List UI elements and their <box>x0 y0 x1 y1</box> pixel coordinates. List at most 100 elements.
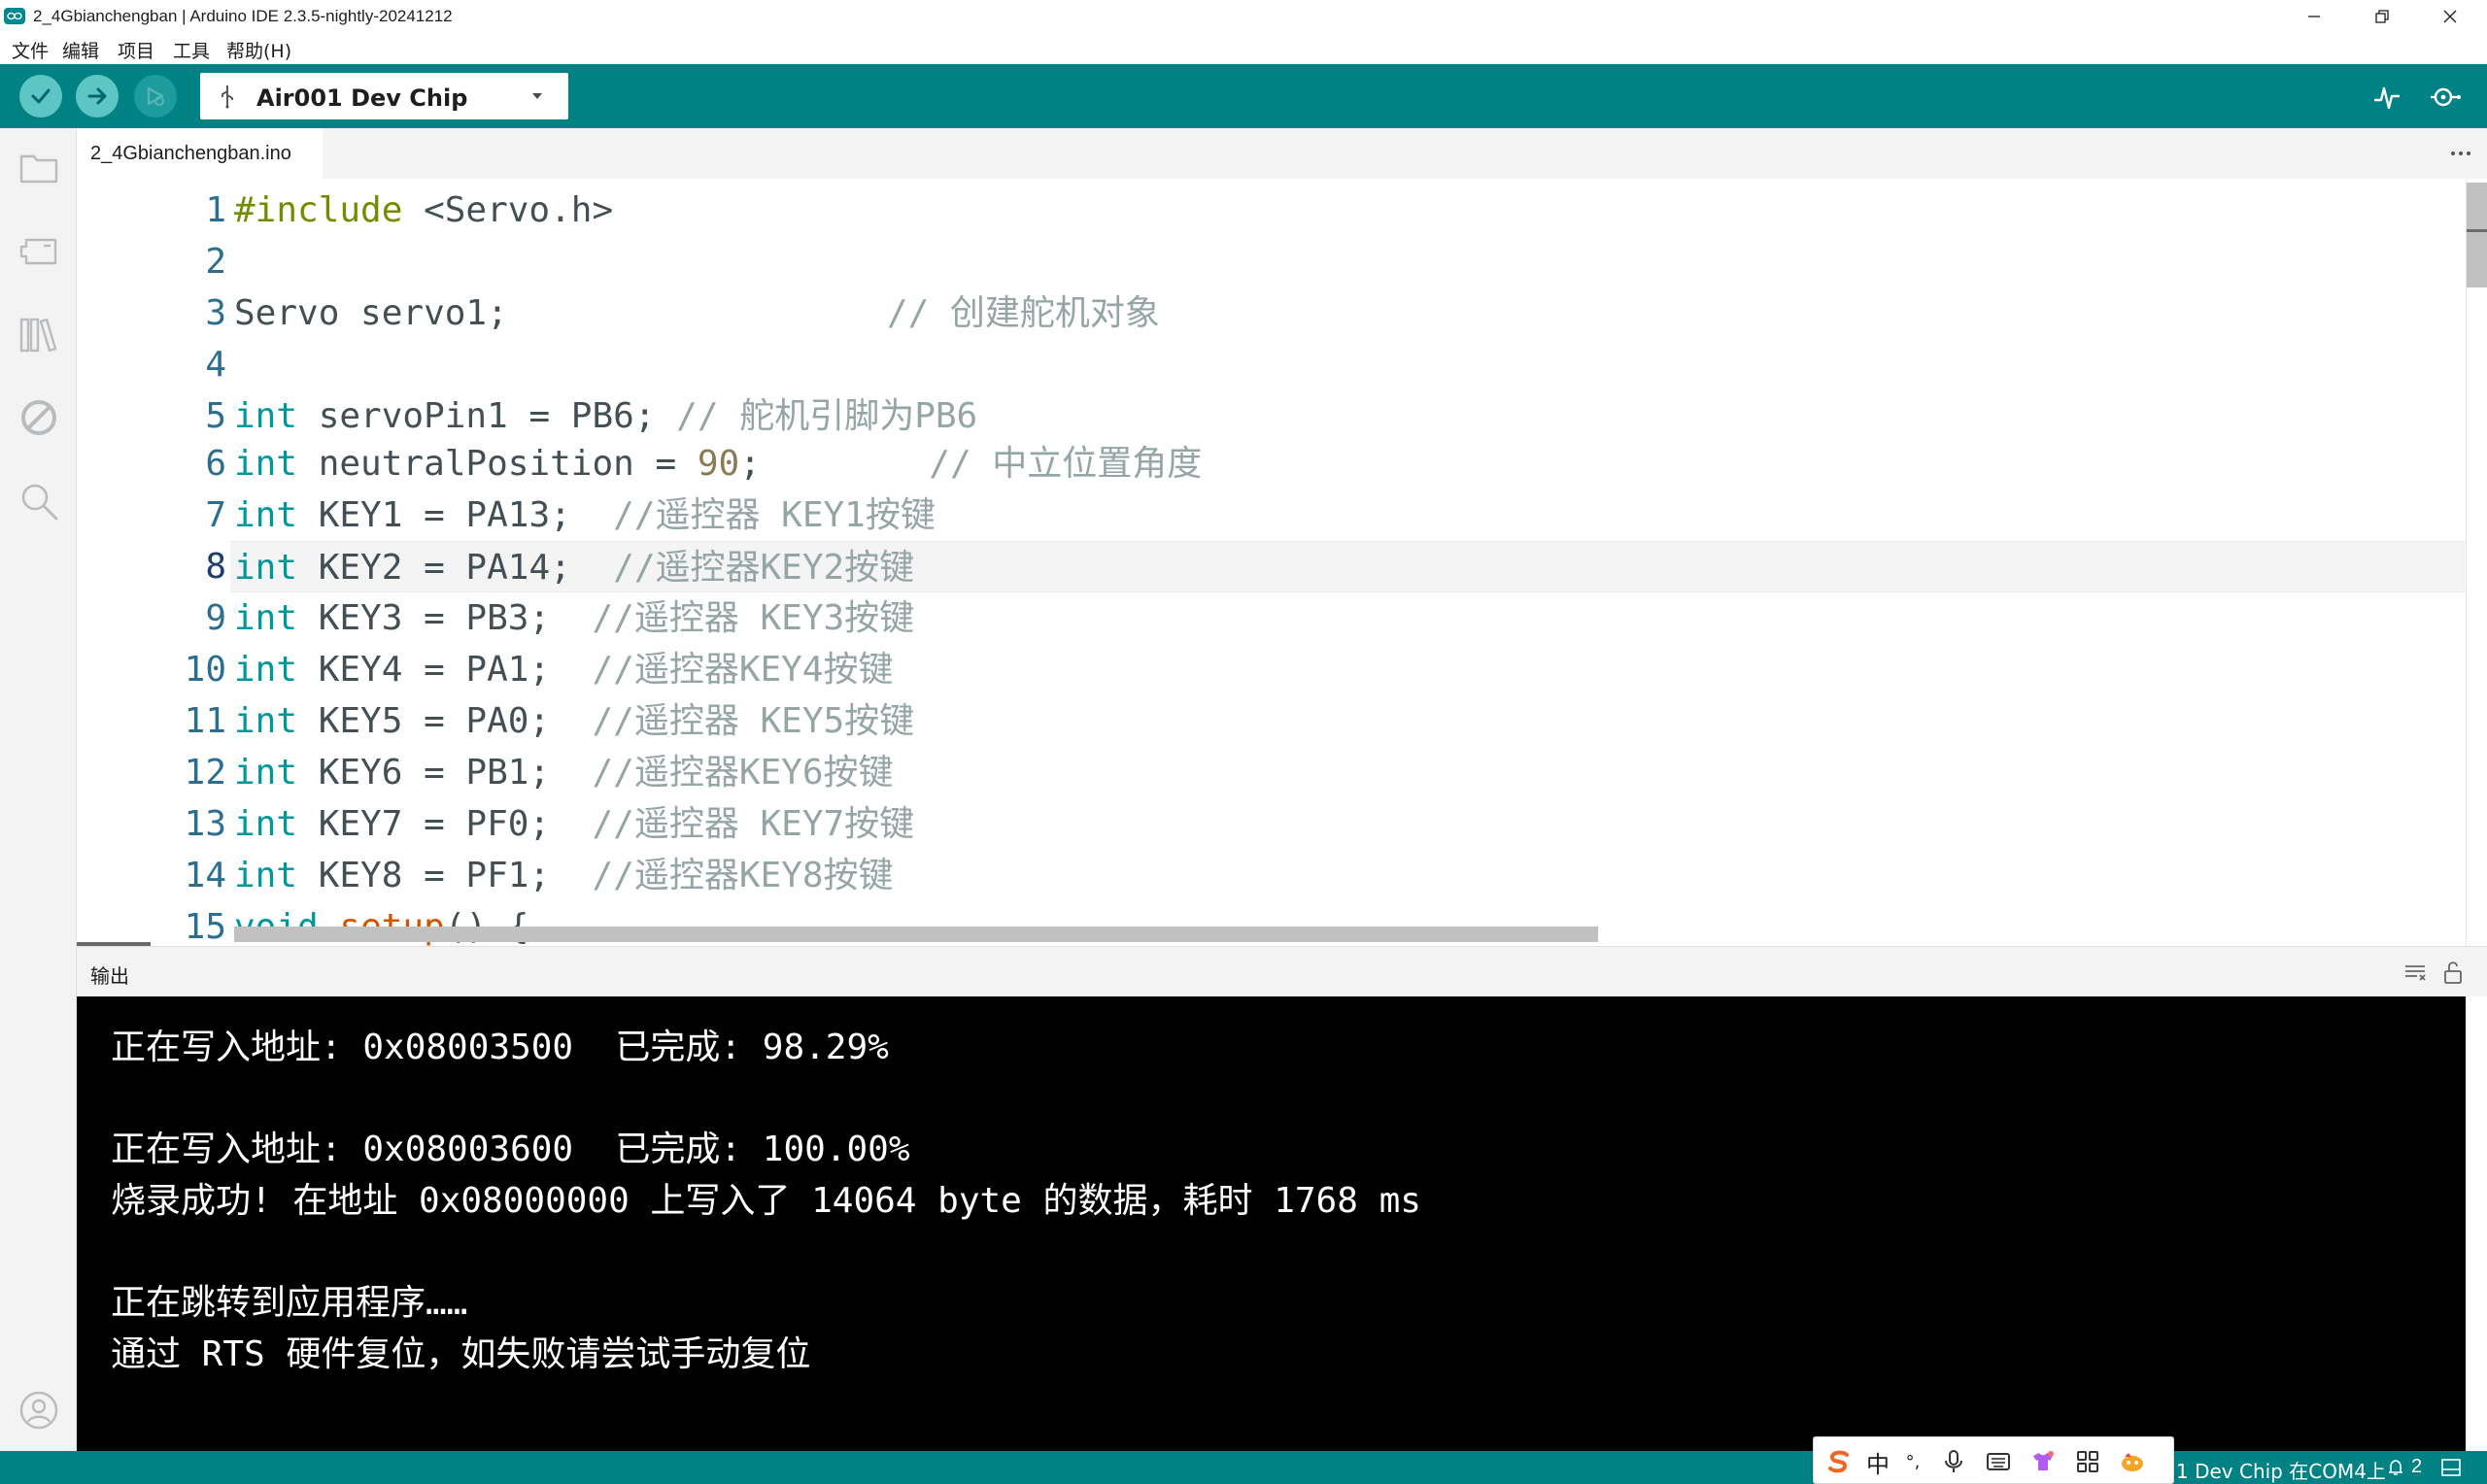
account-icon <box>19 1391 58 1430</box>
search-button[interactable] <box>17 480 60 523</box>
window-title: 2_4Gbianchengban | Arduino IDE 2.3.5-nig… <box>33 7 453 25</box>
output-panel-header: 输出 <box>77 946 2487 996</box>
board-port-status[interactable]: 1 Dev Chip 在COM4上 <box>2176 1456 2386 1484</box>
sogou-logo-icon[interactable] <box>1823 1446 1855 1477</box>
vertical-scrollbar-track[interactable] <box>2466 179 2487 946</box>
scroll-lock-icon[interactable] <box>2439 959 2467 986</box>
restore-button[interactable] <box>2353 0 2411 32</box>
output-title: 输出 <box>90 964 129 988</box>
code-token: KEY8 = PF1; <box>297 856 593 895</box>
horizontal-scrollbar[interactable] <box>234 927 1598 942</box>
account-button[interactable] <box>17 1389 60 1432</box>
code-token: <Servo.h> <box>402 190 614 230</box>
usb-icon <box>221 85 233 109</box>
code-editor[interactable]: 1 2 3 4 5 6 7 8 9 10 11 12 13 14 15 #include <Servo.h>… <box>77 179 2466 946</box>
output-console[interactable]: 正在写入地址: 0x08003500 已完成: 98.29% 正在写入地址: 0x… <box>77 996 2466 1451</box>
activity-bar <box>0 128 77 1451</box>
debug-button[interactable] <box>134 75 177 118</box>
toggle-panel-icon[interactable] <box>2440 1458 2462 1477</box>
code-line[interactable]: int neutralPosition = 90; // 中立位置角度 <box>234 438 1202 489</box>
code-line[interactable]: int KEY7 = PF0; //遥控器 KEY7按键 <box>234 798 914 850</box>
close-button[interactable] <box>2421 0 2479 32</box>
code-line[interactable]: int KEY8 = PF1; //遥控器KEY8按键 <box>234 850 894 901</box>
code-line[interactable]: int KEY2 = PA14; //遥控器KEY2按键 <box>230 541 2466 592</box>
line-number: 8 <box>205 547 226 587</box>
tab-label: 2_4Gbianchengban.ino <box>90 142 291 164</box>
code-line[interactable]: int KEY1 = PA13; //遥控器 KEY1按键 <box>234 489 936 541</box>
serial-monitor-button[interactable] <box>2429 81 2462 114</box>
board-icon <box>19 238 57 265</box>
line-number: 2 <box>205 242 226 282</box>
ime-mode[interactable]: 中 <box>1862 1446 1893 1478</box>
board-name: Air001 Dev Chip <box>256 84 468 112</box>
code-token: KEY5 = PA0; <box>297 701 593 741</box>
code-token: //遥控器KEY6按键 <box>592 753 894 793</box>
menu-edit[interactable]: 编辑 <box>62 37 99 63</box>
code-line[interactable]: int KEY4 = PA1; //遥控器KEY4按键 <box>234 644 894 695</box>
notifications-button[interactable]: 2 <box>2386 1456 2422 1478</box>
code-line[interactable]: Servo servo1; // 创建舵机对象 <box>234 287 1160 339</box>
code-token: int <box>234 598 298 638</box>
menu-project[interactable]: 项目 <box>118 37 154 63</box>
verify-button[interactable] <box>19 75 62 118</box>
line-number: 1 <box>205 190 226 230</box>
plotter-icon <box>2374 86 2400 110</box>
line-number: 6 <box>205 444 226 484</box>
line-number-gutter: 1 2 3 4 5 6 7 8 9 10 11 12 13 14 15 <box>77 179 230 946</box>
mascot-icon[interactable] <box>2117 1446 2148 1477</box>
more-icon[interactable] <box>2446 142 2475 165</box>
sketchbook-button[interactable] <box>17 146 60 188</box>
folder-icon <box>19 154 58 184</box>
code-token: //遥控器KEY2按键 <box>613 548 915 588</box>
microphone-icon[interactable] <box>1938 1446 1969 1477</box>
keyboard-icon[interactable] <box>1983 1446 2014 1477</box>
ime-punctuation[interactable]: °, <box>1897 1446 1928 1477</box>
arduino-logo-icon <box>4 8 25 24</box>
code-line[interactable]: #include <Servo.h> <box>234 185 613 236</box>
menu-tools[interactable]: 工具 <box>173 37 210 63</box>
board-selector[interactable]: Air001 Dev Chip <box>200 73 568 119</box>
upload-button[interactable] <box>76 75 119 118</box>
code-token: int <box>234 396 298 436</box>
title-bar: 2_4Gbianchengban | Arduino IDE 2.3.5-nig… <box>0 0 2487 32</box>
line-number: 13 <box>184 804 226 844</box>
line-number: 5 <box>205 396 226 436</box>
ime-toolbar: 中 °, <box>1813 1436 2174 1484</box>
code-token: int <box>234 804 298 844</box>
code-token: KEY4 = PA1; <box>297 650 593 690</box>
clear-output-icon[interactable] <box>2402 959 2429 986</box>
code-token: ; <box>739 444 930 484</box>
code-token: int <box>234 650 298 690</box>
minimize-icon <box>2308 15 2320 17</box>
library-manager-button[interactable] <box>17 313 60 355</box>
console-line: 通过 RTS 硬件复位，如失败请尝试手动复位 <box>111 1333 811 1374</box>
code-line[interactable]: int KEY6 = PB1; //遥控器KEY6按键 <box>234 747 894 798</box>
code-line[interactable]: int KEY5 = PA0; //遥控器 KEY5按键 <box>234 695 914 747</box>
code-token: KEY3 = PB3; <box>297 598 593 638</box>
search-icon <box>21 484 58 521</box>
code-line[interactable]: int servoPin1 = PB6; // 舵机引脚为PB6 <box>234 390 977 442</box>
code-line[interactable]: int KEY3 = PB3; //遥控器 KEY3按键 <box>234 592 914 644</box>
restore-icon <box>2375 9 2389 23</box>
vertical-scrollbar-thumb[interactable] <box>2467 183 2487 287</box>
apps-grid-icon[interactable] <box>2072 1446 2103 1477</box>
code-token: int <box>234 495 298 535</box>
caret-down-icon <box>532 93 542 99</box>
menu-file[interactable]: 文件 <box>12 37 49 63</box>
tab-sketch-file[interactable]: 2_4Gbianchengban.ino <box>77 128 323 179</box>
line-number: 14 <box>184 856 226 895</box>
minimize-button[interactable] <box>2285 0 2343 32</box>
debug-panel-button[interactable] <box>17 396 60 439</box>
code-token: // 创建舵机对象 <box>507 293 1160 333</box>
scrollbar-cursor-marker <box>2467 229 2487 232</box>
console-line: 正在写入地址: 0x08003600 已完成: 100.00% <box>111 1130 910 1170</box>
code-area[interactable]: #include <Servo.h> Servo servo1; // 创建舵机对… <box>230 179 2466 946</box>
menu-help[interactable]: 帮助(H) <box>226 37 291 63</box>
code-token: // 中立位置角度 <box>929 444 1203 484</box>
skin-icon[interactable] <box>2027 1446 2059 1477</box>
code-token: //遥控器 KEY5按键 <box>592 701 915 741</box>
serial-plotter-button[interactable] <box>2370 81 2403 114</box>
notification-count: 2 <box>2411 1456 2423 1477</box>
boards-manager-button[interactable] <box>17 229 60 272</box>
arrow-right-icon <box>87 87 107 105</box>
